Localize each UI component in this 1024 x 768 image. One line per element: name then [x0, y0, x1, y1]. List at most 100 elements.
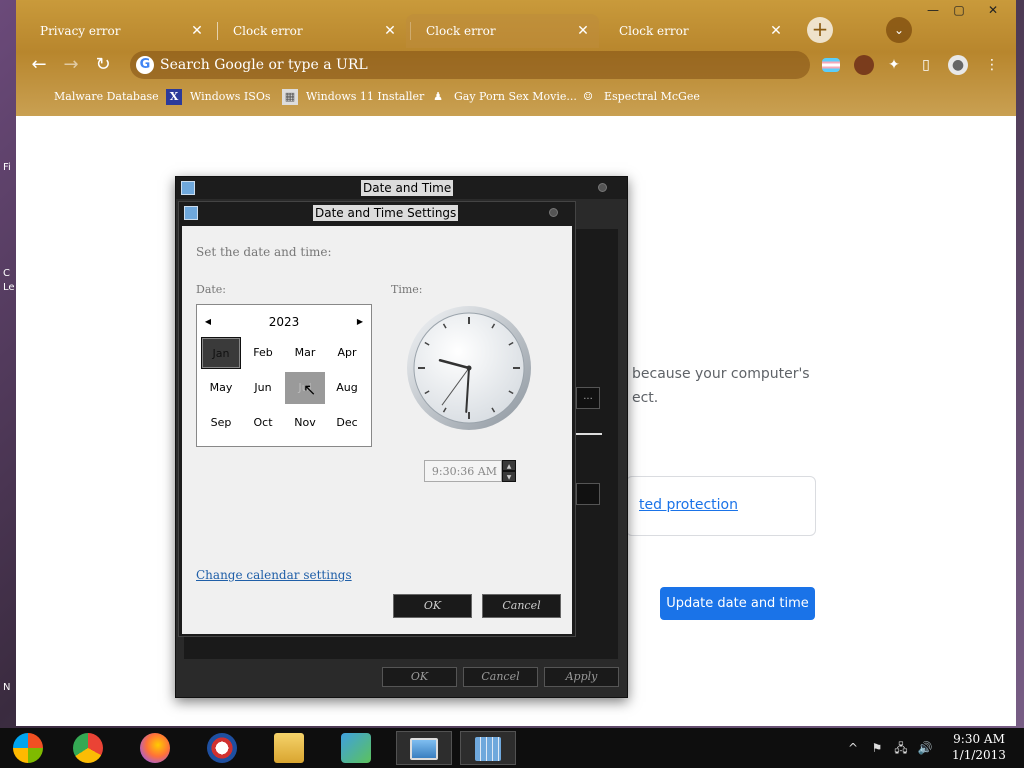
extensions-icon[interactable]: ✦ — [884, 55, 904, 75]
bookmark-label: Gay Porn Sex Movie... — [454, 90, 577, 103]
close-icon[interactable] — [598, 183, 607, 192]
month-may[interactable]: May — [201, 372, 241, 404]
tab-clock-error-1[interactable]: Clock error ✕ — [213, 14, 406, 48]
close-icon[interactable] — [549, 208, 558, 217]
action-center-flag-icon[interactable]: ⚑ — [869, 738, 885, 758]
taskbar-clock-time[interactable]: 9:30 AM — [944, 732, 1014, 746]
window-controls: — ▢ ✕ — [918, 0, 1014, 18]
bookmark-icon — [30, 89, 46, 105]
time-input[interactable] — [424, 460, 502, 482]
minimize-icon[interactable]: — — [920, 2, 946, 18]
tab-title: Clock error — [619, 24, 689, 38]
ok-button[interactable]: OK — [382, 667, 457, 687]
taskbar-app-circle[interactable] — [194, 731, 250, 765]
tab-title: Privacy error — [40, 24, 121, 38]
update-date-time-button[interactable]: Update date and time — [660, 587, 815, 620]
google-icon: G — [136, 56, 154, 74]
next-year-icon[interactable]: ▶ — [354, 315, 366, 329]
maximize-icon[interactable]: ▢ — [946, 2, 972, 18]
taskbar-date-time[interactable] — [460, 731, 516, 765]
calendar-year[interactable]: 2023 — [257, 315, 311, 329]
tab-search-button[interactable]: ⌄ — [886, 17, 912, 43]
new-tab-button[interactable]: + — [807, 17, 833, 43]
change-date-time-button[interactable]: ... — [576, 387, 600, 409]
dialog-body: Set the date and time: Date: Time: ◀ 202… — [182, 226, 572, 634]
calendar: ◀ 2023 ▶ Jan Feb Mar Apr May Jun Jul Aug… — [196, 304, 372, 447]
omnibox[interactable]: G — [130, 51, 810, 79]
desktop-edge-text: Fi — [3, 162, 11, 173]
taskbar-network[interactable] — [328, 731, 384, 765]
month-sep[interactable]: Sep — [201, 407, 241, 439]
month-oct[interactable]: Oct — [243, 407, 283, 439]
taskbar-firefox[interactable] — [127, 731, 183, 765]
error-line: ect. — [632, 390, 659, 406]
network-icon[interactable]: 🖧 — [893, 738, 909, 758]
close-icon[interactable]: ✕ — [382, 14, 398, 48]
date-time-settings-dialog: Date and Time Settings Set the date and … — [178, 201, 576, 637]
close-icon[interactable]: ✕ — [189, 14, 205, 48]
apply-button[interactable]: Apply — [544, 667, 619, 687]
month-apr[interactable]: Apr — [327, 337, 367, 369]
reload-icon[interactable]: ↻ — [92, 54, 114, 76]
close-window-icon[interactable]: ✕ — [980, 2, 1006, 18]
bookmark-movie-site[interactable]: ♟ Gay Porn Sex Movie... — [430, 88, 577, 106]
close-icon[interactable]: ✕ — [768, 14, 784, 48]
installer-icon: ▦ — [282, 89, 298, 105]
time-down-icon[interactable]: ▼ — [502, 471, 516, 482]
time-label: Time: — [391, 283, 423, 296]
forward-icon[interactable]: → — [60, 54, 82, 76]
month-aug[interactable]: Aug — [327, 372, 367, 404]
close-icon[interactable]: ✕ — [575, 14, 591, 48]
cancel-button[interactable]: Cancel — [482, 594, 561, 618]
month-nov[interactable]: Nov — [285, 407, 325, 439]
time-up-icon[interactable]: ▲ — [502, 460, 516, 471]
app-logo-icon — [207, 733, 237, 763]
bookmark-windows-isos[interactable]: X Windows ISOs — [166, 88, 270, 106]
month-jan[interactable]: Jan — [201, 337, 241, 369]
avatar-extension-icon[interactable] — [854, 55, 874, 75]
menu-icon[interactable]: ⋮ — [982, 55, 1002, 75]
month-jun[interactable]: Jun — [243, 372, 283, 404]
chrome-frame: Privacy error ✕ Clock error ✕ Clock erro… — [16, 0, 1016, 116]
tab-clock-error-3[interactable]: Clock error ✕ — [599, 14, 792, 48]
previous-year-icon[interactable]: ◀ — [202, 315, 214, 329]
show-hidden-icons-icon[interactable]: ^ — [845, 738, 861, 758]
firefox-icon — [140, 733, 170, 763]
divider — [576, 433, 602, 435]
date-time-titlebar[interactable]: Date and Time — [176, 177, 627, 199]
enhanced-protection-link[interactable]: ted protection — [639, 497, 738, 513]
date-label: Date: — [196, 283, 227, 296]
tab-privacy-error[interactable]: Privacy error ✕ — [20, 14, 213, 48]
windows-orb-icon — [13, 733, 43, 763]
pride-flag-icon[interactable] — [822, 58, 840, 72]
taskbar-clock-date[interactable]: 1/1/2013 — [944, 748, 1014, 762]
taskbar-photos[interactable] — [396, 731, 452, 765]
month-dec[interactable]: Dec — [327, 407, 367, 439]
change-time-zone-button[interactable] — [576, 483, 600, 505]
desktop-edge-text: N — [3, 682, 11, 693]
address-input[interactable] — [160, 51, 800, 79]
protection-box: ted protection — [626, 476, 816, 536]
bookmark-label: Windows ISOs — [190, 90, 271, 103]
change-calendar-settings-link[interactable]: Change calendar settings — [196, 568, 352, 582]
ok-button[interactable]: OK — [393, 594, 472, 618]
avatar-favicon-icon: ☺ — [583, 90, 593, 103]
bookmark-windows-11-installer[interactable]: ▦ Windows 11 Installer — [282, 88, 424, 106]
side-panel-icon[interactable]: ▯ — [916, 55, 936, 75]
site-favicon-icon: ♟ — [433, 90, 443, 103]
dialog-title: Date and Time Settings — [313, 205, 459, 221]
instruction-text: Set the date and time: — [196, 245, 332, 259]
taskbar-file-explorer[interactable] — [261, 731, 317, 765]
bookmark-espectral-mcgee[interactable]: ☺ Espectral McGee — [580, 88, 700, 106]
taskbar-chrome[interactable] — [60, 731, 116, 765]
error-line: because your computer's — [632, 366, 810, 382]
bookmark-malware-database[interactable]: Malware Database — [30, 88, 159, 106]
tab-clock-error-2[interactable]: Clock error ✕ — [406, 14, 599, 48]
volume-icon[interactable]: 🔊 — [917, 738, 933, 758]
back-icon[interactable]: ← — [28, 54, 50, 76]
cancel-button[interactable]: Cancel — [463, 667, 538, 687]
start-button[interactable] — [0, 731, 56, 765]
profile-icon[interactable]: ● — [948, 55, 968, 75]
month-feb[interactable]: Feb — [243, 337, 283, 369]
month-mar[interactable]: Mar — [285, 337, 325, 369]
